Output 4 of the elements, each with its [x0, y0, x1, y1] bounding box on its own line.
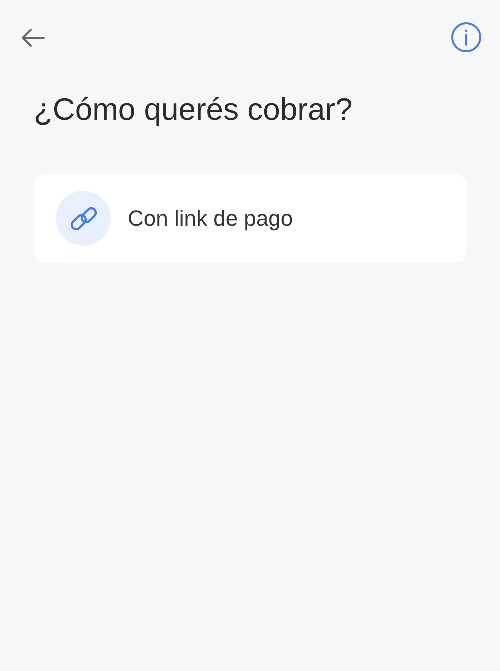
payment-option[interactable]: Con link de pago	[34, 174, 466, 263]
page-title: ¿Cómo querés cobrar?	[34, 91, 354, 129]
info-icon[interactable]	[451, 22, 482, 53]
back-arrow-icon[interactable]	[20, 28, 46, 48]
